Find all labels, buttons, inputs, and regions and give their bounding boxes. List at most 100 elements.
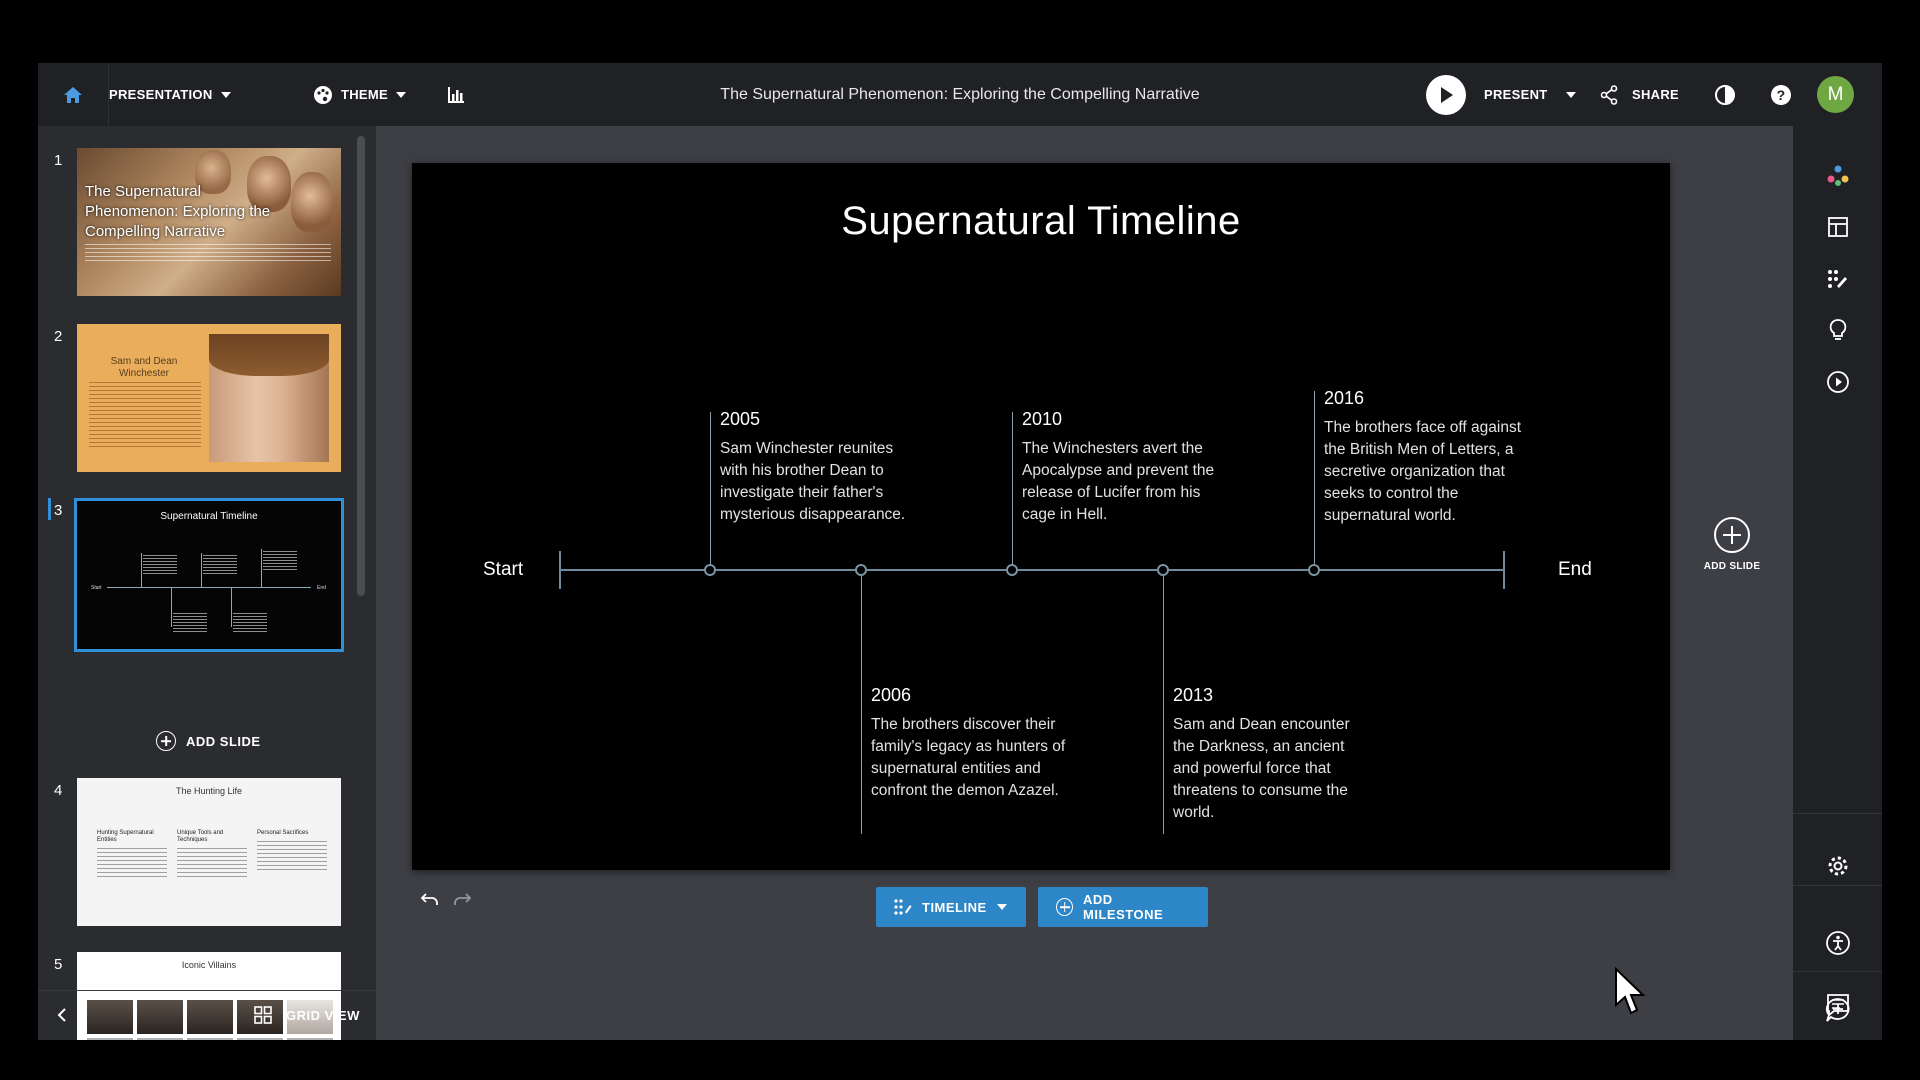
- milestone-year[interactable]: 2016: [1324, 388, 1364, 409]
- milestone-text[interactable]: The brothers discover their family's leg…: [871, 714, 1071, 802]
- present-button[interactable]: PRESENT: [1426, 63, 1576, 126]
- milestone-text[interactable]: Sam Winchester reunites with his brother…: [720, 438, 920, 526]
- add-circle-icon: [1714, 517, 1750, 553]
- milestone-node[interactable]: [855, 564, 867, 576]
- timeline-axis: [560, 569, 1504, 571]
- design-button[interactable]: [1793, 156, 1882, 196]
- milestone-year[interactable]: 2010: [1022, 409, 1062, 430]
- timeline-start-label[interactable]: Start: [483, 559, 523, 581]
- slide-preview: Sam and Dean Winchester: [77, 324, 341, 472]
- slide-thumbnail-2[interactable]: 2 Sam and Dean Winchester: [38, 324, 358, 474]
- help-icon: ?: [1771, 84, 1791, 105]
- add-slide-after-button[interactable]: ADD SLIDE: [1700, 517, 1764, 572]
- help-button[interactable]: ?: [1770, 63, 1792, 126]
- milestone-year[interactable]: 2006: [871, 685, 911, 706]
- thumbnail-photo: [291, 172, 333, 232]
- timeline-layout-button[interactable]: TIMELINE: [876, 887, 1026, 927]
- chevron-left-icon: [57, 1008, 66, 1022]
- edit-content-button[interactable]: [1793, 259, 1882, 299]
- gear-icon: [1828, 856, 1847, 876]
- slides-panel: 1 The Supernatural Phenomenon: Exploring…: [38, 126, 376, 1040]
- slide-preview-text: [173, 613, 207, 633]
- slide-preview-stem: [141, 553, 142, 587]
- slide-number: 1: [54, 152, 63, 169]
- milestone-node[interactable]: [1157, 564, 1169, 576]
- add-circle-icon: [1056, 898, 1074, 916]
- slide-preview-column: Hunting Supernatural Entities: [97, 830, 167, 878]
- layout-button[interactable]: [1793, 207, 1882, 247]
- slide-preview-column-heading: Hunting Supernatural Entities: [97, 830, 154, 843]
- slide-thumbnail-3[interactable]: 3 Supernatural Timeline Start End: [38, 498, 358, 654]
- toolbar-divider: [1793, 813, 1882, 814]
- selected-indicator: [48, 498, 51, 520]
- milestone-text[interactable]: The Winchesters avert the Apocalypse and…: [1022, 438, 1222, 526]
- slide-preview-text: [233, 613, 267, 633]
- slide-canvas[interactable]: Supernatural Timeline Start End 2005 Sam…: [412, 163, 1670, 870]
- accessibility-button[interactable]: [1793, 923, 1882, 963]
- slide-thumbnail-4[interactable]: 4 The Hunting Life Hunting Supernatural …: [38, 778, 358, 928]
- slide-number: 3: [54, 502, 63, 519]
- milestone-text[interactable]: Sam and Dean encounter the Darkness, an …: [1173, 714, 1373, 824]
- milestone-text[interactable]: The brothers face off against the Britis…: [1324, 417, 1524, 527]
- chevron-down-icon: [996, 904, 1007, 910]
- settings-button[interactable]: [1793, 846, 1882, 886]
- slide-title[interactable]: Supernatural Timeline: [412, 199, 1670, 244]
- add-milestone-button[interactable]: ADD MILESTONE: [1038, 887, 1208, 927]
- milestone-node[interactable]: [704, 564, 716, 576]
- theme-menu-label: THEME: [341, 87, 388, 102]
- chevron-down-icon: [396, 91, 406, 98]
- slide-preview-end: End: [317, 585, 326, 591]
- chevron-down-icon: [220, 91, 231, 98]
- chevron-down-icon: [1565, 91, 1576, 98]
- redo-button[interactable]: [452, 891, 472, 912]
- notes-icon: [1826, 994, 1849, 1017]
- slide-preview-column: Personal Sacrifices: [257, 830, 327, 871]
- slide-preview-text: [177, 848, 247, 878]
- cursor-icon: [1615, 966, 1646, 1015]
- presentation-menu-label: PRESENTATION: [109, 87, 213, 102]
- collapse-panel-button[interactable]: [56, 1007, 68, 1028]
- add-milestone-label: ADD MILESTONE: [1083, 892, 1164, 922]
- slide-preview-text: [203, 555, 237, 575]
- add-slide-label: ADD SLIDE: [1703, 561, 1761, 572]
- milestone-node[interactable]: [1006, 564, 1018, 576]
- chart-button[interactable]: [447, 63, 465, 126]
- slide-preview-column-heading: Unique Tools and Techniques: [177, 830, 224, 843]
- milestone-node[interactable]: [1308, 564, 1320, 576]
- slide-preview-stem: [231, 587, 232, 627]
- slide-number: 4: [54, 782, 63, 799]
- timeline-end-label[interactable]: End: [1558, 559, 1592, 581]
- app-window: PRESENTATION THEME The Supernatural Phen…: [38, 63, 1882, 1040]
- home-button[interactable]: [38, 63, 109, 126]
- ideas-button[interactable]: [1793, 310, 1882, 350]
- grid-view-button[interactable]: GRID VIEW: [254, 1006, 360, 1024]
- slide-thumbnail-1[interactable]: 1 The Supernatural Phenomenon: Exploring…: [38, 148, 358, 298]
- milestone-year[interactable]: 2013: [1173, 685, 1213, 706]
- slide-preview-title: Sam and Dean Winchester: [110, 356, 178, 379]
- slide-preview-column-heading: Personal Sacrifices: [257, 830, 309, 836]
- milestone-stem: [1314, 391, 1315, 565]
- slides-panel-footer: GRID VIEW: [38, 990, 376, 1040]
- slide-preview: The Supernatural Phenomenon: Exploring t…: [77, 148, 341, 296]
- slide-preview: Supernatural Timeline Start End: [74, 498, 344, 652]
- presentation-menu[interactable]: PRESENTATION: [109, 63, 231, 126]
- toolbar-divider: [1793, 971, 1882, 972]
- grid-view-label: GRID VIEW: [286, 1007, 360, 1023]
- contrast-button[interactable]: [1714, 63, 1736, 126]
- accessibility-icon: [1825, 931, 1850, 955]
- lightbulb-icon: [1829, 319, 1846, 340]
- milestone-stem: [861, 576, 862, 834]
- notes-button[interactable]: [1793, 975, 1882, 1035]
- slides-scrollbar[interactable]: [357, 136, 365, 596]
- avatar[interactable]: M: [1817, 76, 1854, 113]
- add-slide-button[interactable]: ADD SLIDE: [156, 731, 261, 751]
- undo-button[interactable]: [420, 891, 440, 912]
- animation-button[interactable]: [1793, 362, 1882, 402]
- toolbar-divider: [1793, 885, 1882, 886]
- mouse-cursor: [1614, 966, 1648, 1022]
- grid-icon: [254, 1006, 272, 1024]
- theme-menu[interactable]: THEME: [313, 63, 406, 126]
- edit-grid-icon: [1827, 270, 1847, 288]
- milestone-year[interactable]: 2005: [720, 409, 760, 430]
- share-button[interactable]: SHARE: [1600, 63, 1679, 126]
